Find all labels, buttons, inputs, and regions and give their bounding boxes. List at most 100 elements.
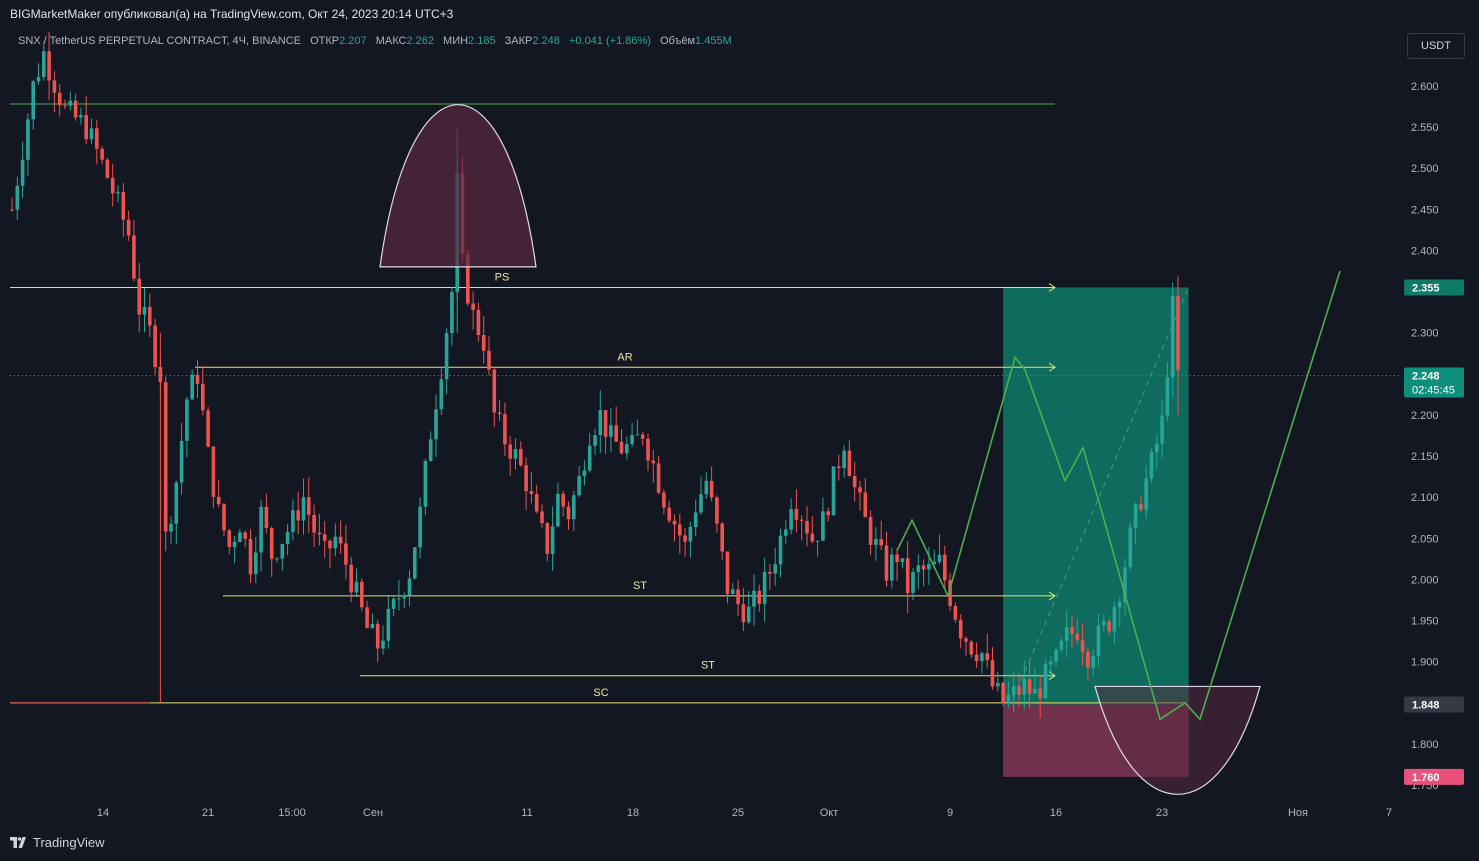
candle-body: [280, 543, 285, 559]
candle-body: [391, 598, 396, 609]
price-chart[interactable]: PSARSTSTSC 1.7501.8001.9001.9502.0002.05…: [0, 0, 1479, 861]
candle-body: [768, 571, 772, 574]
candle-body: [619, 441, 624, 454]
candle-body: [890, 554, 894, 581]
candle-body: [709, 480, 714, 498]
candle-body: [625, 444, 629, 454]
candle-body: [63, 105, 67, 107]
candle-body: [110, 177, 115, 194]
candle-body: [20, 159, 25, 186]
candle-body: [1049, 661, 1053, 665]
candle-body: [227, 530, 232, 547]
candle-body: [614, 425, 618, 442]
level-label: ST: [633, 580, 647, 592]
candle-body: [185, 399, 189, 441]
candle-body: [640, 434, 645, 439]
candle-body: [354, 581, 359, 593]
candle-body: [736, 589, 740, 605]
candle-body: [810, 533, 815, 542]
x-tick-label: 18: [627, 807, 639, 819]
candle-body: [773, 564, 777, 574]
candle-body: [333, 536, 338, 549]
y-tick-label: 2.400: [1411, 245, 1439, 257]
candle-body: [672, 520, 677, 525]
candle-body: [884, 545, 889, 581]
y-tick-label: 2.600: [1411, 81, 1439, 93]
candle-body: [137, 278, 141, 315]
candle-body: [921, 565, 926, 570]
candle-body: [301, 497, 306, 521]
candle-body: [534, 494, 539, 512]
candle-body: [852, 476, 857, 488]
candle-body: [958, 619, 963, 639]
candle-body: [1133, 504, 1138, 528]
candle-body: [879, 539, 883, 546]
candle-body: [73, 100, 78, 118]
candle-body: [911, 571, 915, 594]
candle-body: [805, 520, 809, 534]
top-dome-shape: [379, 104, 537, 268]
candle-body: [980, 653, 984, 662]
candle-body: [593, 435, 597, 446]
candle-body: [423, 461, 428, 507]
x-tick-label: 23: [1156, 807, 1168, 819]
candle-body: [79, 115, 83, 118]
candle-body: [322, 534, 327, 541]
candle-body: [572, 495, 576, 520]
candle-body: [439, 379, 444, 410]
candle-body: [365, 607, 369, 629]
candle-body: [1155, 443, 1159, 453]
candle-body: [195, 374, 200, 384]
currency-button[interactable]: USDT: [1407, 33, 1465, 59]
candle-body: [858, 487, 862, 493]
candle-body: [1043, 664, 1048, 699]
candle-body: [1139, 504, 1143, 510]
candle-body: [481, 335, 486, 351]
candle-body: [985, 653, 989, 661]
candle-body: [1075, 633, 1080, 641]
candle-body: [704, 480, 709, 495]
candle-body: [259, 506, 263, 553]
candle-body: [905, 558, 910, 594]
candle-body: [513, 449, 518, 459]
candle-body: [699, 494, 703, 513]
candle-body: [386, 608, 391, 641]
candle-body: [1038, 688, 1042, 699]
candle-body: [784, 529, 788, 536]
candle-body: [937, 554, 942, 562]
candle-body: [238, 532, 242, 543]
candle-body: [990, 660, 995, 687]
candle-body: [328, 540, 332, 549]
candle-body: [169, 523, 173, 532]
tradingview-logo-icon: [10, 836, 26, 848]
x-tick-label: 25: [732, 807, 744, 819]
candle-body: [116, 192, 120, 194]
candle-body: [1017, 686, 1021, 695]
y-tick-label: 2.100: [1411, 492, 1439, 504]
price-badge-countdown: 02:45:45: [1412, 384, 1455, 396]
candle-body: [36, 77, 41, 82]
candle-body: [916, 565, 921, 572]
candle-body: [222, 504, 226, 531]
candle-body: [275, 558, 279, 560]
candle-body: [842, 450, 846, 469]
candle-body: [635, 434, 640, 436]
bottom-bowl-shape: [1094, 685, 1261, 795]
x-tick-label: 11: [521, 807, 532, 819]
candle-body: [26, 119, 30, 160]
candle-body: [1086, 651, 1090, 668]
candle-body: [1033, 688, 1037, 694]
candle-body: [312, 514, 316, 533]
candle-body: [132, 235, 136, 279]
candle-body: [1006, 694, 1011, 704]
candle-body: [1080, 640, 1085, 652]
candle-body: [566, 506, 571, 520]
candle-body: [31, 81, 35, 120]
candle-body: [153, 325, 157, 367]
candle-body: [1160, 415, 1164, 444]
candle-body: [1001, 682, 1005, 704]
axis-layer: 1.7501.8001.9001.9502.0002.0502.1002.150…: [97, 40, 1464, 819]
candle-body: [683, 535, 687, 542]
price-badge-value: 1.760: [1412, 772, 1440, 784]
candle-body: [524, 465, 528, 492]
